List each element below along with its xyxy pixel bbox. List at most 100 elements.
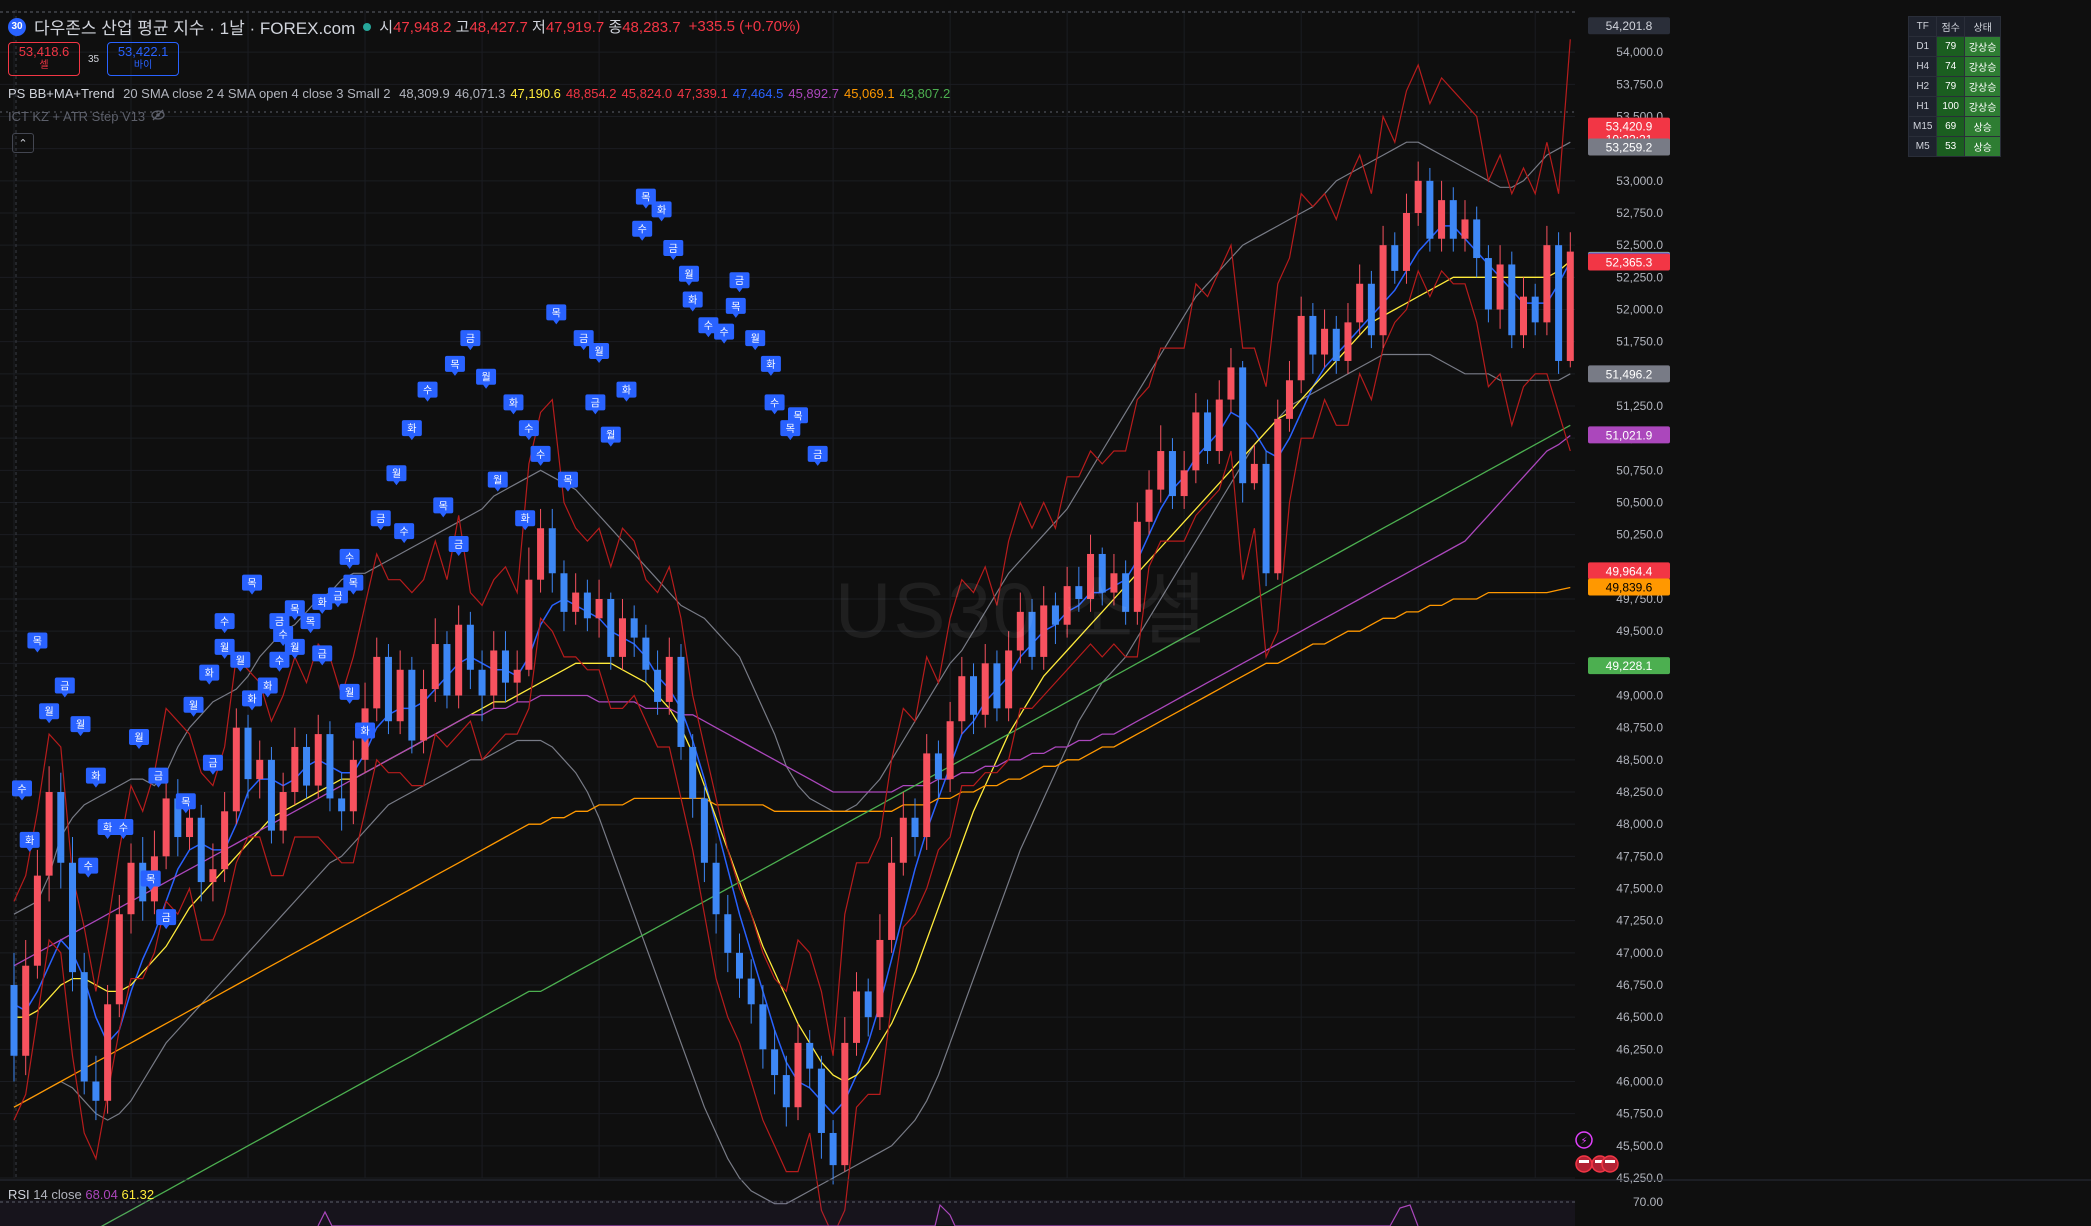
svg-text:목: 목: [731, 301, 740, 313]
candle-body: [68, 862, 77, 973]
day-marker[interactable]: 화: [19, 831, 40, 852]
day-marker[interactable]: 금: [729, 272, 750, 293]
y-tick-label: 50,250.0: [1616, 528, 1663, 542]
day-marker[interactable]: 월: [678, 265, 699, 286]
rsi-legend[interactable]: RSI 14 close 68.04 61.32: [8, 1187, 154, 1202]
day-marker[interactable]: 화: [199, 664, 220, 685]
day-marker[interactable]: 월: [70, 716, 91, 737]
day-marker[interactable]: 화: [515, 510, 536, 531]
svg-text:금: 금: [60, 681, 69, 693]
change-readout: +335.5 (+0.70%): [688, 18, 801, 35]
candle-body: [1379, 245, 1387, 336]
day-marker[interactable]: 목: [300, 613, 321, 634]
day-marker[interactable]: 월: [39, 703, 60, 724]
day-marker[interactable]: 목: [433, 497, 454, 518]
day-marker[interactable]: 수: [78, 857, 99, 878]
day-marker[interactable]: 월: [476, 368, 497, 389]
y-tick-label: 47,750.0: [1616, 849, 1663, 863]
day-marker[interactable]: 목: [546, 304, 567, 325]
indicator-name[interactable]: PS BB+MA+Trend: [8, 86, 114, 101]
day-marker[interactable]: 수: [269, 651, 290, 672]
series-line-bb_upper: [13, 141, 1571, 915]
day-marker[interactable]: 화: [682, 291, 703, 312]
svg-text:목: 목: [306, 616, 315, 628]
eye-slash-icon[interactable]: [151, 109, 165, 124]
candle-body: [1356, 283, 1364, 323]
day-marker[interactable]: 목: [242, 574, 263, 595]
day-marker[interactable]: 수: [714, 323, 735, 344]
svg-text:화: 화: [688, 295, 697, 307]
indicator-value: 47,190.6: [510, 86, 561, 101]
candle-body: [115, 914, 123, 1005]
y-tick-label: 50,750.0: [1616, 463, 1663, 477]
indicator-value: 43,807.2: [899, 86, 951, 101]
y-tick-label: 45,250.0: [1616, 1171, 1663, 1185]
day-marker[interactable]: 수: [394, 523, 415, 544]
candle-body: [712, 862, 720, 915]
day-marker[interactable]: 월: [386, 465, 407, 486]
day-marker[interactable]: 화: [760, 355, 781, 376]
day-marker[interactable]: 수: [764, 394, 785, 415]
indicator-legend-bb[interactable]: PS BB+MA+Trend 20 SMA close 2 4 SMA open…: [8, 86, 955, 101]
day-marker[interactable]: 수: [339, 548, 360, 569]
day-marker[interactable]: 화: [85, 767, 106, 788]
svg-text:금: 금: [154, 771, 163, 783]
day-marker[interactable]: 금: [807, 445, 828, 466]
table-row: M15 69 상승: [1907, 116, 2002, 137]
candle-body: [1309, 315, 1317, 355]
day-marker[interactable]: 금: [370, 510, 391, 531]
sell-button[interactable]: 53,418.6 셀: [8, 42, 80, 76]
svg-text:금: 금: [376, 513, 385, 525]
rsi-level-label: 70.00: [1633, 1195, 1663, 1209]
day-marker[interactable]: 금: [54, 677, 75, 698]
day-marker[interactable]: 금: [202, 754, 223, 775]
day-marker[interactable]: 목: [444, 355, 465, 376]
buy-price: 53,422.1: [117, 44, 169, 59]
day-marker[interactable]: 금: [585, 394, 606, 415]
y-tick-label: 46,000.0: [1616, 1075, 1663, 1089]
indicator-legend-ict[interactable]: ICT KZ + ATR Step V13: [8, 109, 165, 124]
day-marker[interactable]: 월: [589, 342, 610, 363]
ohlc-value: 47,919.7: [545, 19, 605, 36]
indicator-name[interactable]: ICT KZ + ATR Step V13: [8, 109, 145, 124]
candle-body: [209, 869, 217, 883]
day-marker[interactable]: 화: [401, 420, 422, 441]
svg-text:수: 수: [719, 327, 728, 339]
day-marker[interactable]: 수: [214, 613, 235, 634]
day-marker[interactable]: 화: [97, 819, 118, 840]
day-marker[interactable]: 수: [632, 220, 653, 241]
day-marker[interactable]: 화: [616, 381, 637, 402]
symbol-title[interactable]: 다우존스 산업 평균 지수 · 1날 · FOREX.com: [34, 14, 355, 39]
day-marker[interactable]: 월: [339, 683, 360, 704]
day-marker[interactable]: 화: [503, 394, 524, 415]
day-marker[interactable]: 월: [745, 330, 766, 351]
y-tick-label: 49,500.0: [1616, 624, 1663, 638]
indicator-params: 20 SMA close 2 4 SMA open 4 close 3 Smal…: [123, 86, 391, 101]
table-cell-score: 100: [1936, 96, 1965, 117]
candle-body: [22, 965, 30, 1056]
day-marker[interactable]: 월: [183, 696, 204, 717]
rsi-name[interactable]: RSI: [8, 1187, 30, 1202]
symbol-watermark: US30 소셜: [835, 566, 1210, 654]
day-marker[interactable]: 수: [12, 780, 32, 801]
symbol-badge[interactable]: 30: [8, 17, 26, 36]
day-marker[interactable]: 목: [725, 297, 746, 318]
chevron-up-icon[interactable]: ⌃: [12, 133, 34, 153]
buy-button[interactable]: 53,422.1 바이: [107, 42, 180, 76]
day-marker[interactable]: 수: [518, 420, 539, 441]
day-marker[interactable]: 월: [129, 728, 150, 749]
day-marker[interactable]: 목: [27, 632, 48, 653]
day-marker[interactable]: 금: [312, 645, 333, 666]
price-tag-label: 51,496.2: [1606, 367, 1653, 381]
svg-text:화: 화: [205, 668, 214, 680]
day-marker[interactable]: 월: [600, 426, 621, 447]
day-marker[interactable]: 화: [651, 201, 672, 222]
day-marker[interactable]: 금: [460, 330, 481, 351]
svg-text:목: 목: [290, 603, 299, 615]
day-marker[interactable]: 수: [417, 381, 438, 402]
day-marker[interactable]: 월: [487, 471, 508, 492]
day-marker[interactable]: 금: [156, 909, 177, 930]
day-marker[interactable]: 수: [530, 445, 551, 466]
table-cell-score: 53: [1936, 136, 1965, 157]
day-marker[interactable]: 금: [663, 240, 684, 261]
